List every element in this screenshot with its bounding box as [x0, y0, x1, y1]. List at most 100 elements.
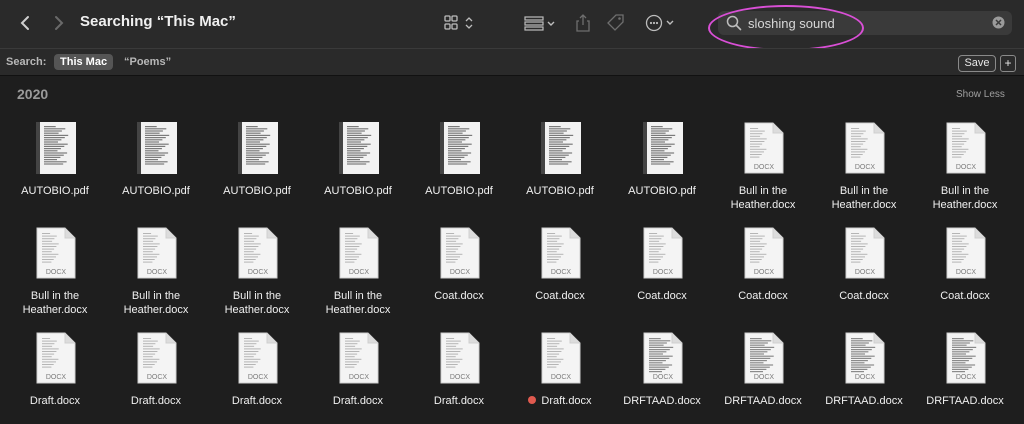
scope-poems-button[interactable]: “Poems” [118, 54, 177, 70]
docx-file-icon: DOCX [845, 227, 885, 279]
clear-search-icon[interactable] [992, 16, 1005, 34]
svg-text:DOCX: DOCX [147, 269, 168, 276]
svg-text:DOCX: DOCX [46, 269, 67, 276]
file-item[interactable]: DOCX Draft.docx [209, 324, 305, 424]
docx-file-icon: DOCX [946, 122, 986, 174]
svg-text:DOCX: DOCX [147, 374, 168, 381]
docx-file-icon: DOCX [137, 332, 177, 384]
file-name-label: Draft.docx [29, 395, 81, 407]
chevron-right-icon[interactable] [48, 12, 70, 34]
group-icon[interactable] [524, 12, 558, 34]
search-icon [726, 15, 742, 36]
share-icon[interactable] [574, 12, 592, 34]
file-item[interactable]: AUTOBIO.pdf [7, 114, 103, 214]
file-name-label: Bull in the Heather.docx [831, 185, 897, 211]
show-less-link[interactable]: Show Less [956, 89, 1005, 100]
section-title: 2020 [17, 86, 49, 102]
docx-file-icon: DOCX [541, 227, 581, 279]
file-item[interactable]: DOCX Coat.docx [917, 219, 1013, 319]
file-item[interactable]: DOCX Coat.docx [715, 219, 811, 319]
save-search-button[interactable]: Save [958, 55, 996, 72]
file-name-label: Draft.docx [512, 394, 608, 408]
file-item[interactable]: DOCX Bull in the Heather.docx [715, 114, 811, 214]
file-name-label: DRFTAAD.docx [926, 395, 1004, 407]
file-name-label: Draft.docx [433, 395, 485, 407]
svg-text:DOCX: DOCX [551, 374, 572, 381]
file-name-label: Draft.docx [332, 395, 384, 407]
search-input[interactable] [748, 14, 978, 32]
file-name-label: Bull in the Heather.docx [325, 290, 391, 316]
docx-file-icon: DOCX [744, 227, 784, 279]
file-item[interactable]: DOCX Coat.docx [816, 219, 912, 319]
docx-file-icon: DOCX [440, 332, 480, 384]
file-item[interactable]: DOCX DRFTAAD.docx [917, 324, 1013, 424]
file-name-label: AUTOBIO.pdf [526, 185, 594, 197]
svg-text:DOCX: DOCX [956, 269, 977, 276]
file-item[interactable]: DOCX Bull in the Heather.docx [108, 219, 204, 319]
chevron-left-icon[interactable] [14, 12, 36, 34]
svg-text:DOCX: DOCX [248, 374, 269, 381]
svg-text:DOCX: DOCX [754, 374, 775, 381]
file-item[interactable]: AUTOBIO.pdf [411, 114, 507, 214]
file-name-label: AUTOBIO.pdf [628, 185, 696, 197]
pdf-file-icon [339, 122, 379, 174]
svg-text:DOCX: DOCX [653, 269, 674, 276]
file-item[interactable]: DOCX Draft.docx [108, 324, 204, 424]
file-item[interactable]: DOCX Draft.docx [7, 324, 103, 424]
file-item[interactable]: DOCX Bull in the Heather.docx [7, 219, 103, 319]
file-item[interactable]: DOCX Bull in the Heather.docx [310, 219, 406, 319]
file-name-label: Coat.docx [738, 290, 788, 302]
svg-text:DOCX: DOCX [46, 374, 67, 381]
docx-file-icon: DOCX [946, 227, 986, 279]
file-name-label: Bull in the Heather.docx [224, 290, 290, 316]
file-item[interactable]: AUTOBIO.pdf [512, 114, 608, 214]
docx-file-icon: DOCX [137, 227, 177, 279]
file-name-label: AUTOBIO.pdf [122, 185, 190, 197]
file-item[interactable]: DOCX DRFTAAD.docx [816, 324, 912, 424]
scope-label: Search: [6, 56, 47, 68]
icon-view-icon[interactable] [444, 12, 480, 34]
docx-file-icon: DOCX [643, 332, 683, 384]
file-item[interactable]: DOCX DRFTAAD.docx [715, 324, 811, 424]
add-criteria-button[interactable]: + [1000, 55, 1016, 72]
file-item[interactable]: DOCX Draft.docx [310, 324, 406, 424]
pdf-file-icon [541, 122, 581, 174]
pdf-file-icon [36, 122, 76, 174]
pdf-file-icon [643, 122, 683, 174]
search-field[interactable] [718, 11, 1012, 35]
file-item[interactable]: AUTOBIO.pdf [310, 114, 406, 214]
file-item[interactable]: DOCX Coat.docx [411, 219, 507, 319]
file-name-label: Draft.docx [231, 395, 283, 407]
toolbar: Searching “This Mac” [0, 0, 1024, 51]
file-item[interactable]: DOCX Coat.docx [512, 219, 608, 319]
svg-text:DOCX: DOCX [956, 164, 977, 171]
pdf-file-icon [238, 122, 278, 174]
pdf-file-icon [440, 122, 480, 174]
file-item[interactable]: DOCX Coat.docx [614, 219, 710, 319]
file-item[interactable]: DOCX Draft.docx [411, 324, 507, 424]
docx-file-icon: DOCX [643, 227, 683, 279]
file-name-label: AUTOBIO.pdf [223, 185, 291, 197]
file-item[interactable]: DOCX DRFTAAD.docx [614, 324, 710, 424]
file-item[interactable]: DOCX Bull in the Heather.docx [917, 114, 1013, 214]
docx-file-icon: DOCX [238, 332, 278, 384]
docx-file-icon: DOCX [440, 227, 480, 279]
file-item[interactable]: AUTOBIO.pdf [209, 114, 305, 214]
file-item[interactable]: DOCX Draft.docx [512, 324, 608, 424]
file-name-label: Bull in the Heather.docx [730, 185, 796, 211]
docx-file-icon: DOCX [845, 332, 885, 384]
file-item[interactable]: AUTOBIO.pdf [614, 114, 710, 214]
file-name-label: DRFTAAD.docx [825, 395, 903, 407]
tag-icon[interactable] [606, 12, 626, 34]
file-item[interactable]: DOCX Bull in the Heather.docx [816, 114, 912, 214]
file-name-label: Bull in the Heather.docx [22, 290, 88, 316]
svg-text:DOCX: DOCX [653, 374, 674, 381]
svg-text:DOCX: DOCX [754, 164, 775, 171]
scope-this-mac-button[interactable]: This Mac [54, 54, 114, 70]
svg-text:DOCX: DOCX [349, 374, 370, 381]
docx-file-icon: DOCX [36, 227, 76, 279]
more-icon[interactable] [644, 12, 678, 34]
file-item[interactable]: AUTOBIO.pdf [108, 114, 204, 214]
file-item[interactable]: DOCX Bull in the Heather.docx [209, 219, 305, 319]
svg-text:DOCX: DOCX [450, 374, 471, 381]
